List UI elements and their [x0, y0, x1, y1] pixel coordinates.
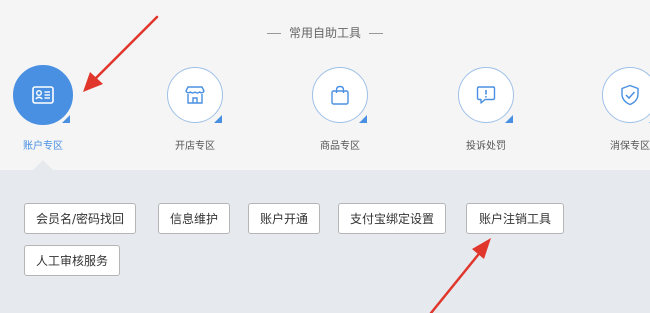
- tool-info-maintenance-button[interactable]: 信息维护: [158, 203, 231, 234]
- zone-label: 账户专区: [23, 141, 63, 152]
- shield-check-icon: [621, 84, 639, 106]
- zone-account-corner: [62, 115, 70, 123]
- zone-goods-corner: [359, 115, 367, 123]
- section-title: 常用自助工具: [0, 24, 650, 41]
- title-dash-right: [369, 33, 383, 34]
- zone-shop-corner: [214, 115, 222, 123]
- zone-label: 消保专区: [610, 141, 650, 152]
- zone-label: 投诉处罚: [466, 141, 506, 152]
- tool-account-cancellation-button[interactable]: 账户注销工具: [466, 203, 565, 234]
- id-card-icon: [32, 86, 54, 104]
- section-title-text: 常用自助工具: [288, 26, 361, 40]
- zone-label: 开店专区: [175, 141, 215, 152]
- tool-manual-review-button[interactable]: 人工审核服务: [24, 245, 121, 276]
- zone-consumer-protection[interactable]: 消保专区: [587, 67, 650, 157]
- zone-goods[interactable]: 商品专区: [297, 67, 387, 157]
- tool-account-recovery-button[interactable]: 会员名/密码找回: [24, 203, 137, 234]
- tool-account-opening-button[interactable]: 账户开通: [248, 203, 321, 234]
- zone-complaint[interactable]: 投诉处罚: [443, 67, 533, 157]
- zone-shop[interactable]: 开店专区: [152, 67, 242, 157]
- zone-account[interactable]: 账户专区: [0, 65, 90, 157]
- shopping-bag-icon: [331, 85, 349, 105]
- complaint-bubble-icon: [476, 86, 496, 104]
- tools-panel: [0, 170, 650, 313]
- zone-complaint-corner: [505, 115, 513, 123]
- zone-label: 商品专区: [320, 141, 360, 152]
- active-zone-pointer: [33, 160, 53, 170]
- tool-alipay-binding-button[interactable]: 支付宝绑定设置: [338, 203, 447, 234]
- storefront-icon: [185, 86, 205, 104]
- title-dash-left: [266, 33, 281, 34]
- zone-consumer-protection-circle: [602, 67, 650, 123]
